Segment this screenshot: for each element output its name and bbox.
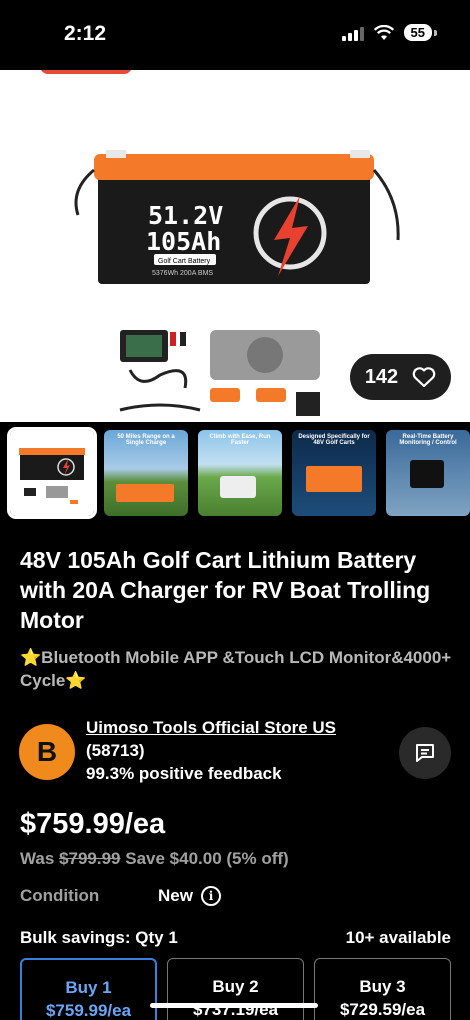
battery-capacity: 105Ah	[146, 227, 221, 256]
thumbnail-golfcart-shape	[220, 476, 256, 498]
battery-indicator: 55	[403, 24, 438, 41]
hero-badge	[40, 70, 132, 74]
availability-text: 10+ available	[345, 928, 451, 947]
was-label: Was	[20, 849, 55, 868]
savings-text: Save $40.00 (5% off)	[125, 849, 289, 868]
buy-option-price: $759.99/ea	[45, 1001, 132, 1020]
thumbnail[interactable]: 50 Miles Range on a Single Charge	[104, 430, 188, 516]
image-thumbnails: 50 Miles Range on a Single Charge Climb …	[0, 427, 470, 520]
thumbnail-caption: 50 Miles Range on a Single Charge	[117, 434, 175, 446]
thumbnail-caption: Designed Specifically for 48V Golf Carts	[298, 434, 370, 446]
battery-voltage: 51.2V	[148, 201, 223, 230]
thumbnail-battery-shape	[116, 484, 174, 502]
thumbnail[interactable]	[7, 427, 97, 519]
buy-option-1[interactable]: Buy 1 $759.99/ea	[20, 958, 157, 1020]
battery-spec: 5376Wh 200A BMS	[152, 270, 213, 277]
thumbnail-monitor-shape	[410, 460, 444, 488]
seller-name-link[interactable]: Uimoso Tools Official Store US	[86, 718, 336, 738]
cellular-signal-icon	[341, 25, 364, 41]
thumbnail-caption: Real-Time Battery Monitoring / Control	[399, 434, 457, 446]
status-time: 2:12	[64, 22, 107, 45]
wifi-icon	[373, 24, 394, 40]
thumbnail-battery-image	[19, 448, 85, 504]
message-icon	[416, 744, 434, 762]
watchlist-button[interactable]: 142	[350, 354, 451, 400]
thumbnail[interactable]: Climb with Ease, Run Faster	[198, 430, 282, 516]
listing-subtitle: ⭐Bluetooth Mobile APP &Touch LCD Monitor…	[20, 648, 452, 690]
buy-option-qty: Buy 2	[212, 977, 259, 996]
thumbnail[interactable]: Real-Time Battery Monitoring / Control	[386, 430, 470, 516]
seller-feedback-count: (58713)	[86, 741, 145, 760]
bulk-savings-label: Bulk savings: Qty 1	[20, 928, 178, 947]
condition-label: Condition	[20, 886, 100, 905]
home-indicator	[150, 1003, 318, 1008]
thumbnail[interactable]: Designed Specifically for 48V Golf Carts	[292, 430, 376, 516]
info-icon[interactable]: i	[200, 886, 221, 906]
product-image[interactable]: 51.2V 105Ah Golf Cart Battery 5376Wh 200…	[0, 70, 470, 422]
seller-avatar[interactable]: B	[19, 724, 75, 780]
thumbnail-battery-shape	[306, 466, 362, 492]
buy-option-qty: Buy 3	[359, 977, 406, 996]
was-price-row: Was $799.99 Save $40.00 (5% off)	[20, 849, 289, 869]
heart-icon	[412, 367, 436, 388]
battery-tag: Golf Cart Battery	[158, 258, 211, 265]
buy-option-qty: Buy 1	[65, 978, 112, 997]
condition-value-row: New i	[158, 886, 221, 906]
buy-option-3[interactable]: Buy 3 $729.59/ea	[314, 958, 451, 1020]
listing-title: 48V 105Ah Golf Cart Lithium Battery with…	[20, 547, 431, 633]
status-bar: 2:12 55	[0, 0, 470, 70]
watch-count: 142	[364, 365, 399, 388]
buy-option-2[interactable]: Buy 2 $737.19/ea	[167, 958, 304, 1020]
seller-feedback-percent: 99.3% positive feedback	[86, 764, 282, 783]
thumbnail-caption: Climb with Ease, Run Faster	[209, 434, 271, 446]
condition-value: New	[158, 886, 193, 905]
buy-option-price: $729.59/ea	[339, 1000, 426, 1019]
contact-seller-button[interactable]	[399, 727, 451, 779]
current-price: $759.99/ea	[20, 808, 166, 840]
original-price: $799.99	[59, 849, 121, 868]
status-icons: 55	[341, 24, 438, 41]
bulk-options: Buy 1 $759.99/ea Buy 2 $737.19/ea Buy 3 …	[20, 958, 451, 1020]
